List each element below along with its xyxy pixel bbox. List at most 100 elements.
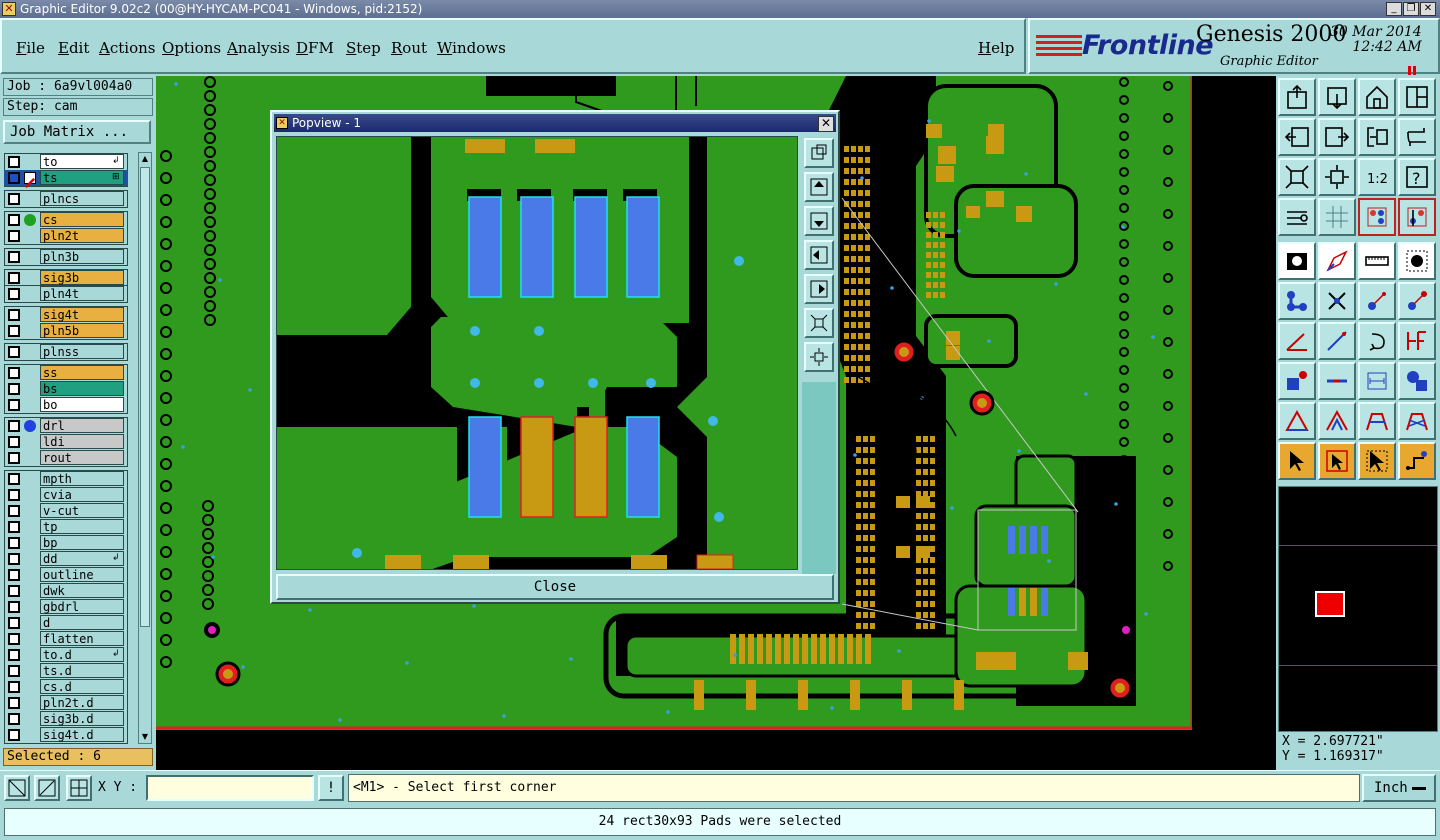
layer-checkbox[interactable] [8, 537, 20, 549]
layer-checkbox[interactable] [8, 230, 20, 242]
tool-move-copy-button[interactable] [1358, 282, 1396, 320]
tool-undo-arc-button[interactable] [1358, 322, 1396, 360]
layer-checkbox[interactable] [8, 665, 20, 677]
layer-row-pln3b[interactable]: pln3b [4, 249, 128, 265]
layer-checkbox[interactable] [8, 420, 20, 432]
layer-checkbox[interactable] [8, 172, 20, 184]
layer-checkbox[interactable] [8, 585, 20, 597]
layer-row-sig3b.d[interactable]: sig3b.d [4, 711, 128, 727]
tool-draw-angle-button[interactable] [1278, 322, 1316, 360]
layer-row-gbdrl[interactable]: gbdrl [4, 599, 128, 615]
layer-checkbox[interactable] [8, 272, 20, 284]
exclaim-button[interactable]: ! [318, 775, 344, 801]
layer-list-scrollbar[interactable]: ▲ ▼ [138, 152, 152, 744]
tool-layout-button[interactable] [1398, 78, 1436, 116]
menu-step[interactable]: Step [346, 39, 381, 57]
scroll-up-icon[interactable]: ▲ [140, 154, 150, 164]
minimap-viewport[interactable] [1315, 591, 1345, 617]
layer-row-tp[interactable]: tp [4, 519, 128, 535]
layer-checkbox[interactable] [8, 452, 20, 464]
layer-row-cs[interactable]: cs [4, 212, 128, 228]
layer-checkbox[interactable] [8, 251, 20, 263]
tool-delete-trace-button[interactable] [1318, 362, 1356, 400]
snap-mode-button[interactable] [4, 775, 30, 801]
tool-home-button[interactable] [1358, 78, 1396, 116]
layer-checkbox[interactable] [8, 288, 20, 300]
layer-row-to.d[interactable]: to.d ↲ [4, 647, 128, 663]
tool-pan-left-button[interactable] [1278, 118, 1316, 156]
layer-checkbox[interactable] [8, 367, 20, 379]
layer-row-rout[interactable]: rout [4, 450, 128, 466]
layer-row-ts.d[interactable]: ts.d [4, 663, 128, 679]
menu-actions[interactable]: Actions [99, 39, 155, 57]
tool-node-tree-button[interactable] [1278, 282, 1316, 320]
popview-pan-down-button[interactable] [804, 206, 834, 236]
layer-row-outline[interactable]: outline [4, 567, 128, 583]
popview-pan-left-button[interactable] [804, 240, 834, 270]
tool-route-button[interactable] [1398, 442, 1436, 480]
tool-select-touch-button[interactable] [1358, 442, 1396, 480]
tool-pad-button[interactable] [1398, 242, 1436, 280]
layer-checkbox[interactable] [8, 649, 20, 661]
minimize-button[interactable]: _ [1386, 2, 1402, 16]
layer-row-bs[interactable]: bs [4, 381, 128, 397]
layer-checkbox[interactable] [8, 214, 20, 226]
layer-checkbox[interactable] [8, 309, 20, 321]
tool-open-job-button[interactable] [1278, 78, 1316, 116]
layer-row-plnss[interactable]: plnss [4, 344, 128, 360]
tool-measure-width-button[interactable] [1358, 362, 1396, 400]
menu-edit[interactable]: Edit [58, 39, 89, 57]
tool-snap-a-button[interactable] [1358, 198, 1396, 236]
layer-row-pln4t[interactable]: pln4t [4, 286, 128, 302]
layer-row-drl[interactable]: drl [4, 418, 128, 434]
tool-select-box-button[interactable] [1318, 442, 1356, 480]
layer-checkbox[interactable] [8, 521, 20, 533]
layer-row-mpth[interactable]: mpth [4, 471, 128, 487]
layer-row-pln2t[interactable]: pln2t [4, 228, 128, 244]
layer-checkbox[interactable] [8, 473, 20, 485]
popview-pan-right-button[interactable] [804, 274, 834, 304]
scrollbar-thumb[interactable] [140, 167, 150, 627]
layer-row-pln2t.d[interactable]: pln2t.d [4, 695, 128, 711]
tool-triangle-b-button[interactable] [1318, 402, 1356, 440]
tool-select-button[interactable] [1278, 442, 1316, 480]
tool-draw-line-button[interactable] [1318, 242, 1356, 280]
tool-triangle-a-button[interactable] [1278, 402, 1316, 440]
layer-checkbox[interactable] [8, 436, 20, 448]
tool-split-button[interactable] [1398, 322, 1436, 360]
layer-row-cs.d[interactable]: cs.d [4, 679, 128, 695]
menu-help[interactable]: Help [978, 39, 1014, 57]
minimap[interactable] [1278, 486, 1438, 732]
layer-checkbox[interactable] [8, 383, 20, 395]
layer-row-d[interactable]: d [4, 615, 128, 631]
layer-checkbox[interactable] [8, 713, 20, 725]
popview-zoom-window-button[interactable] [804, 138, 834, 168]
popview-title-bar[interactable]: ✕ Popview - 1 ✕ [274, 114, 836, 132]
popview-zoom-in-button[interactable] [804, 308, 834, 338]
layer-checkbox[interactable] [8, 346, 20, 358]
xy-input[interactable] [146, 775, 314, 801]
popview-close-button[interactable]: Close [276, 574, 834, 600]
tool-grid-button[interactable] [1318, 198, 1356, 236]
grid-button[interactable] [66, 775, 92, 801]
layer-row-sig4t.d[interactable]: sig4t.d [4, 727, 128, 743]
layer-row-dwk[interactable]: dwk [4, 583, 128, 599]
layer-checkbox[interactable] [8, 399, 20, 411]
layer-row-sig3b[interactable]: sig3b [4, 270, 128, 286]
layer-checkbox[interactable] [8, 553, 20, 565]
layer-row-v-cut[interactable]: v-cut [4, 503, 128, 519]
layer-checkbox[interactable] [8, 601, 20, 613]
tool-close-job-button[interactable] [1318, 78, 1356, 116]
popview-canvas[interactable] [276, 136, 798, 570]
tool-query-button[interactable]: ? [1398, 158, 1436, 196]
tool-rotate-button[interactable] [1398, 118, 1436, 156]
restore-button[interactable]: ❐ [1403, 2, 1419, 16]
menu-analysis[interactable]: Analysis [227, 39, 290, 57]
tool-tools-button[interactable] [1278, 198, 1316, 236]
menu-options[interactable]: Options [162, 39, 221, 57]
layer-checkbox[interactable] [8, 489, 20, 501]
layer-checkbox[interactable] [8, 325, 20, 337]
layer-row-sig4t[interactable]: sig4t [4, 307, 128, 323]
tool-pan-right-button[interactable] [1318, 118, 1356, 156]
menu-rout[interactable]: Rout [391, 39, 427, 57]
